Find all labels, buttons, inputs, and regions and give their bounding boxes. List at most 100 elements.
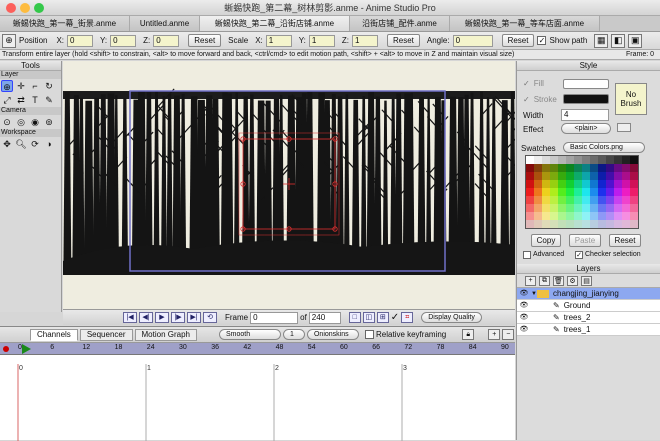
doc-tab-2[interactable]: Untitled.anme xyxy=(130,16,200,31)
color-swatch[interactable] xyxy=(526,188,534,196)
color-swatch[interactable] xyxy=(614,220,622,228)
color-swatch[interactable] xyxy=(566,164,574,172)
effect-dropdown[interactable]: <plain> xyxy=(561,123,611,134)
color-swatch[interactable] xyxy=(526,212,534,220)
color-swatch[interactable] xyxy=(574,164,582,172)
color-swatch[interactable] xyxy=(598,212,606,220)
visibility-eye-icon[interactable]: 👁︎ xyxy=(519,314,529,322)
color-swatch[interactable] xyxy=(542,196,550,204)
color-swatch[interactable] xyxy=(614,188,622,196)
relative-keyframing-checkbox[interactable] xyxy=(364,330,374,339)
forward-end-button-icon[interactable]: ▶| xyxy=(187,312,201,323)
color-swatch[interactable] xyxy=(558,220,566,228)
bone-tool-icon[interactable]: ⤢ xyxy=(1,94,13,106)
color-swatch[interactable] xyxy=(614,156,622,164)
color-swatch[interactable] xyxy=(622,204,630,212)
color-swatch[interactable] xyxy=(566,180,574,188)
color-swatch[interactable] xyxy=(526,196,534,204)
color-swatch[interactable] xyxy=(630,220,638,228)
layer-row-trees-1[interactable]: 👁︎ ✎ trees_1 xyxy=(517,324,660,336)
color-swatch[interactable] xyxy=(534,212,542,220)
color-swatch[interactable] xyxy=(582,220,590,228)
tab-sequencer[interactable]: Sequencer xyxy=(79,328,133,341)
color-swatch[interactable] xyxy=(550,156,558,164)
zoom-in-icon[interactable]: + xyxy=(488,329,501,340)
color-swatch[interactable] xyxy=(566,204,574,212)
color-swatch[interactable] xyxy=(550,212,558,220)
color-swatch[interactable] xyxy=(574,180,582,188)
color-swatch[interactable] xyxy=(614,164,622,172)
color-swatch[interactable] xyxy=(542,204,550,212)
reset-scale-button[interactable]: Reset xyxy=(386,34,420,47)
duplicate-layer-icon[interactable]: ⧉ xyxy=(539,275,550,286)
color-swatch[interactable] xyxy=(534,164,542,172)
stroke-check-icon[interactable]: ✓ xyxy=(523,95,530,104)
color-swatch[interactable] xyxy=(622,156,630,164)
color-swatch[interactable] xyxy=(550,180,558,188)
style-icon[interactable]: ◧ xyxy=(611,33,626,48)
color-swatch[interactable] xyxy=(614,212,622,220)
color-swatch[interactable] xyxy=(606,220,614,228)
color-swatch[interactable] xyxy=(606,188,614,196)
color-swatch[interactable] xyxy=(566,220,574,228)
color-swatch[interactable] xyxy=(542,172,550,180)
color-swatch[interactable] xyxy=(526,180,534,188)
color-swatch[interactable] xyxy=(526,156,534,164)
fill-color-swatch[interactable] xyxy=(563,79,609,89)
visibility-eye-icon[interactable]: 👁︎ xyxy=(519,326,529,334)
paste-button[interactable]: Paste xyxy=(569,234,601,247)
color-swatch[interactable] xyxy=(542,180,550,188)
color-swatch[interactable] xyxy=(614,180,622,188)
color-swatch[interactable] xyxy=(558,156,566,164)
color-swatch[interactable] xyxy=(590,212,598,220)
color-swatch[interactable] xyxy=(526,220,534,228)
transform-layer-icon[interactable]: ⊕ xyxy=(2,33,16,48)
color-swatch[interactable] xyxy=(590,172,598,180)
rotate-workspace-icon[interactable]: ⟳ xyxy=(29,138,41,150)
color-swatch[interactable] xyxy=(550,220,558,228)
doc-tab-1[interactable]: 蜥蜴快跑_第一幕_街景.anme xyxy=(0,16,130,31)
checkmark-icon[interactable]: ✓ xyxy=(391,312,399,323)
color-swatch[interactable] xyxy=(606,156,614,164)
eyedropper-tool-icon[interactable]: ✎ xyxy=(43,94,55,106)
no-brush-button[interactable]: No Brush xyxy=(615,83,647,115)
color-swatch[interactable] xyxy=(622,172,630,180)
color-swatch[interactable] xyxy=(550,164,558,172)
checker-selection-checkbox[interactable]: ✓ xyxy=(575,251,583,259)
color-swatch[interactable] xyxy=(630,212,638,220)
reset-position-button[interactable]: Reset xyxy=(188,34,222,47)
rewind-button-icon[interactable]: |◀ xyxy=(123,312,137,323)
color-swatch[interactable] xyxy=(566,156,574,164)
color-swatch[interactable] xyxy=(582,180,590,188)
color-swatch[interactable] xyxy=(622,164,630,172)
color-swatch[interactable] xyxy=(598,220,606,228)
pan-workspace-icon[interactable]: ✥ xyxy=(1,138,13,150)
color-swatch[interactable] xyxy=(574,156,582,164)
zoom-window-button[interactable] xyxy=(34,3,44,13)
color-swatch[interactable] xyxy=(582,156,590,164)
onionskins-dropdown[interactable]: Onionskins xyxy=(306,329,359,340)
pan-camera-icon[interactable]: ⊚ xyxy=(43,116,55,128)
scale-z-field[interactable]: 1 xyxy=(351,34,378,47)
scale-tool-icon[interactable]: ⌐ xyxy=(29,80,41,92)
timeline-ruler[interactable]: 0 6 12 18 24 30 36 42 48 54 60 66 72 78 84 90 xyxy=(0,343,515,355)
tab-motion-graph[interactable]: Motion Graph xyxy=(134,328,197,341)
color-swatch[interactable] xyxy=(582,204,590,212)
color-swatch[interactable] xyxy=(614,196,622,204)
color-swatch[interactable] xyxy=(542,164,550,172)
playhead-marker-icon[interactable] xyxy=(22,344,31,354)
color-swatch[interactable] xyxy=(630,196,638,204)
color-swatch[interactable] xyxy=(598,196,606,204)
color-swatch[interactable] xyxy=(566,172,574,180)
color-swatch[interactable] xyxy=(534,172,542,180)
color-swatch[interactable] xyxy=(590,180,598,188)
color-swatch[interactable] xyxy=(614,204,622,212)
show-path-checkbox[interactable]: ✓ xyxy=(537,36,547,45)
color-swatch[interactable] xyxy=(630,180,638,188)
color-swatch[interactable] xyxy=(534,196,542,204)
layer-row-trees-2[interactable]: 👁︎ ✎ trees_2 xyxy=(517,312,660,324)
color-swatch[interactable] xyxy=(526,172,534,180)
color-swatch[interactable] xyxy=(606,212,614,220)
display-quality-dropdown[interactable]: Display Quality xyxy=(421,312,482,323)
close-window-button[interactable] xyxy=(6,3,16,13)
